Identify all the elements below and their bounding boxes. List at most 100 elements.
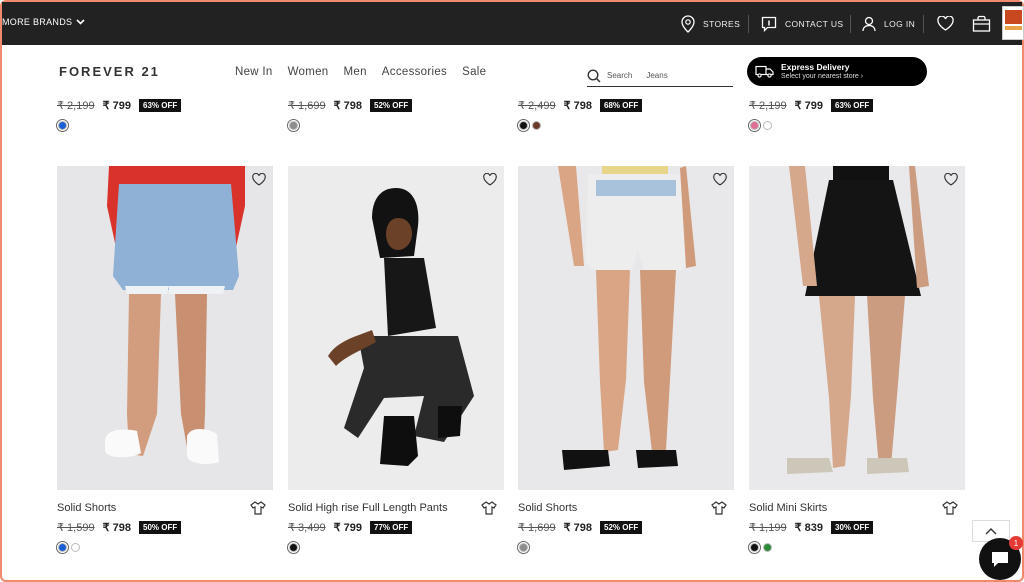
product-photo-black-mini-skirt xyxy=(749,166,965,490)
search-term: Jeans xyxy=(646,71,668,80)
divider xyxy=(923,15,924,33)
mrp-price: ₹ 2,199 xyxy=(57,100,95,112)
discount-badge: 50% OFF xyxy=(139,521,182,534)
search-icon xyxy=(587,68,601,83)
top-price-row-1: ₹ 2,199 ₹ 799 63% OFF xyxy=(57,99,182,112)
color-swatch[interactable] xyxy=(532,121,541,130)
notification-badge: 1 xyxy=(1009,536,1023,550)
stores-link[interactable]: STORES xyxy=(681,2,740,45)
color-swatches xyxy=(56,119,69,132)
mrp-price: ₹ 1,699 xyxy=(288,100,326,112)
nav-accessories[interactable]: Accessories xyxy=(382,66,447,78)
chevron-down-icon xyxy=(76,19,85,25)
main-header: FOREVER 21 New In Women Men Accessories … xyxy=(2,45,1022,95)
location-pin-icon xyxy=(681,14,695,33)
express-title: Express Delivery xyxy=(781,62,850,72)
product-photo-white-shorts xyxy=(518,166,734,490)
nav-new-in[interactable]: New In xyxy=(235,66,273,78)
mrp-price: ₹ 2,199 xyxy=(749,100,787,112)
color-swatch[interactable] xyxy=(287,119,300,132)
product-name[interactable]: Solid Shorts xyxy=(518,502,577,514)
top-price-row-3: ₹ 2,499 ₹ 798 68% OFF xyxy=(518,99,643,112)
product-name[interactable]: Solid Mini Skirts xyxy=(749,502,827,514)
price-row: ₹ 1,699 ₹ 798 52% OFF xyxy=(518,521,643,534)
similar-products-icon[interactable] xyxy=(711,501,727,515)
chevron-up-icon xyxy=(985,527,997,534)
color-swatch[interactable] xyxy=(56,119,69,132)
more-brands-label: MORE BRANDS xyxy=(2,17,73,27)
contact-us-label: CONTACT US xyxy=(785,18,844,29)
wishlist-heart-icon[interactable] xyxy=(944,173,958,186)
discount-badge: 68% OFF xyxy=(600,99,643,112)
product-image[interactable] xyxy=(57,166,273,490)
search-placeholder: Search xyxy=(607,71,633,80)
top-price-row-2: ₹ 1,699 ₹ 798 52% OFF xyxy=(288,99,413,112)
discount-badge: 63% OFF xyxy=(139,99,182,112)
sale-price: ₹ 798 xyxy=(563,522,593,534)
discount-badge: 77% OFF xyxy=(370,521,413,534)
top-price-row-4: ₹ 2,199 ₹ 799 63% OFF xyxy=(749,99,874,112)
contact-us-link[interactable]: CONTACT US xyxy=(761,2,843,45)
sale-price: ₹ 799 xyxy=(333,522,363,534)
color-swatch[interactable] xyxy=(763,121,772,130)
color-swatch[interactable] xyxy=(517,119,530,132)
top-bar: MORE BRANDS STORES CONTACT US LOG IN xyxy=(2,2,1024,45)
chat-bubble-icon xyxy=(992,552,1008,567)
price-row: ₹ 3,499 ₹ 799 77% OFF xyxy=(288,521,413,534)
sale-price: ₹ 839 xyxy=(794,522,824,534)
product-name[interactable]: Solid High rise Full Length Pants xyxy=(288,502,448,514)
color-swatch[interactable] xyxy=(748,541,761,554)
wishlist-heart-icon[interactable] xyxy=(252,173,266,186)
sale-price: ₹ 798 xyxy=(333,100,363,112)
price-row: ₹ 1,199 ₹ 839 30% OFF xyxy=(749,521,874,534)
discount-badge: 52% OFF xyxy=(600,521,643,534)
product-name[interactable]: Solid Shorts xyxy=(57,502,116,514)
discount-badge: 63% OFF xyxy=(831,99,874,112)
color-swatch[interactable] xyxy=(517,541,530,554)
partner-logo[interactable] xyxy=(1002,6,1024,40)
product-image[interactable] xyxy=(749,166,965,490)
color-swatch[interactable] xyxy=(748,119,761,132)
nav-women[interactable]: Women xyxy=(288,66,329,78)
wishlist-heart-icon[interactable] xyxy=(937,16,954,31)
color-swatches xyxy=(56,541,80,554)
mrp-price: ₹ 1,199 xyxy=(749,522,787,534)
express-subtitle: Select your nearest store › xyxy=(781,73,864,80)
color-swatch[interactable] xyxy=(56,541,69,554)
nav-sale[interactable]: Sale xyxy=(462,66,486,78)
login-link[interactable]: LOG IN xyxy=(862,2,915,45)
more-brands-dropdown[interactable]: MORE BRANDS xyxy=(2,17,85,27)
similar-products-icon[interactable] xyxy=(942,501,958,515)
login-label: LOG IN xyxy=(884,18,916,29)
mrp-price: ₹ 2,499 xyxy=(518,100,556,112)
similar-products-icon[interactable] xyxy=(250,501,266,515)
similar-products-icon[interactable] xyxy=(481,501,497,515)
color-swatches xyxy=(748,541,772,554)
color-swatches xyxy=(287,119,300,132)
mrp-price: ₹ 3,499 xyxy=(288,522,326,534)
color-swatch[interactable] xyxy=(71,543,80,552)
discount-badge: 30% OFF xyxy=(831,521,874,534)
wishlist-heart-icon[interactable] xyxy=(713,173,727,186)
brand-logo[interactable]: FOREVER 21 xyxy=(59,64,160,79)
color-swatches xyxy=(748,119,772,132)
sale-price: ₹ 798 xyxy=(102,522,132,534)
divider xyxy=(850,15,851,33)
product-image[interactable] xyxy=(288,166,504,490)
search-input[interactable]: Search Jeans xyxy=(587,65,733,87)
wishlist-heart-icon[interactable] xyxy=(483,173,497,186)
product-image[interactable] xyxy=(518,166,734,490)
color-swatch[interactable] xyxy=(763,543,772,552)
color-swatches xyxy=(517,119,541,132)
shopping-bag-icon[interactable] xyxy=(972,15,991,32)
sale-price: ₹ 799 xyxy=(794,100,824,112)
color-swatches xyxy=(287,541,300,554)
express-delivery-button[interactable]: Express Delivery Select your nearest sto… xyxy=(747,57,927,86)
product-photo-black-pants xyxy=(288,166,504,490)
color-swatch[interactable] xyxy=(287,541,300,554)
user-icon xyxy=(862,16,876,31)
chat-button[interactable]: 1 xyxy=(979,536,1023,580)
nav-men[interactable]: Men xyxy=(344,66,367,78)
main-nav: New In Women Men Accessories Sale xyxy=(235,66,486,78)
info-chat-icon xyxy=(761,16,777,32)
